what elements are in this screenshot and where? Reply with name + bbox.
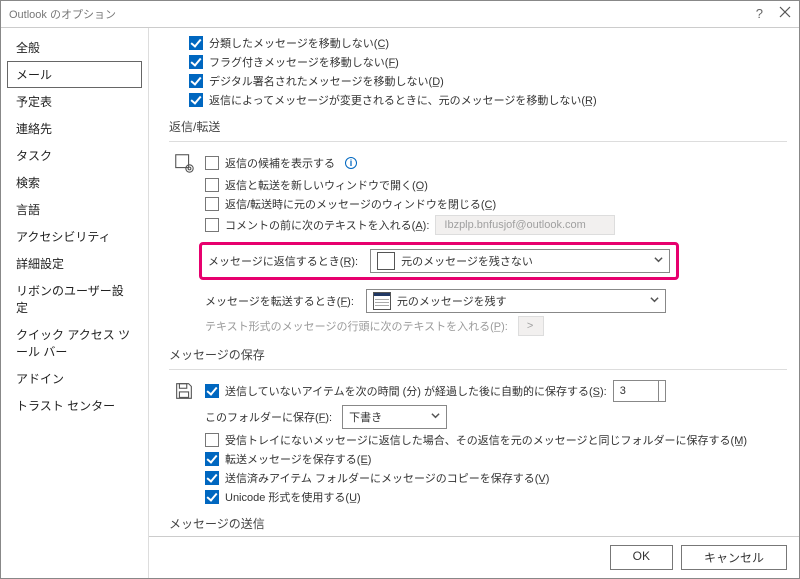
- chevron-up-icon[interactable]: [659, 381, 665, 391]
- chevron-down-icon: [654, 255, 663, 267]
- cancel-button[interactable]: キャンセル: [681, 545, 787, 570]
- autosave-minutes-spinner[interactable]: 3: [613, 380, 666, 402]
- chevron-down-icon: [431, 411, 440, 423]
- save-folder-value: 下書き: [349, 409, 382, 425]
- sidebar-item-mail[interactable]: メール: [7, 61, 142, 88]
- cb-prepend-comment[interactable]: [205, 218, 219, 232]
- lbl: 返信/転送時に元のメッセージのウィンドウを閉じる(C̲): [225, 196, 496, 212]
- reply-style-label: メッセージに返信するとき(R̲):: [208, 253, 358, 269]
- forward-thumb-icon: [373, 292, 391, 310]
- lbl: 受信トレイにないメッセージに返信した場合、その返信を元のメッセージと同じフォルダ…: [225, 432, 747, 448]
- cb-save-forwarded[interactable]: [205, 452, 219, 466]
- cb-close-original[interactable]: [205, 197, 219, 211]
- window-title: Outlook のオプション: [9, 6, 116, 22]
- lbl: 転送メッセージを保存する(E̲): [225, 451, 371, 467]
- sidebar-item-addins[interactable]: アドイン: [7, 365, 142, 392]
- section-message-save: メッセージの保存: [169, 346, 787, 363]
- lbl: コメントの前に次のテキストを入れる(A̲):: [225, 217, 429, 233]
- cb-save-sent-copy[interactable]: [205, 471, 219, 485]
- forward-style-value: 元のメッセージを残す: [397, 293, 644, 309]
- titlebar-controls: ?: [756, 6, 791, 21]
- lbl: 分類したメッセージを移動しない(C̲): [209, 35, 389, 51]
- divider: [169, 369, 787, 370]
- sidebar-item-trustcenter[interactable]: トラスト センター: [7, 392, 142, 419]
- divider: [169, 141, 787, 142]
- sidebar-item-search[interactable]: 検索: [7, 169, 142, 196]
- sidebar-item-contacts[interactable]: 連絡先: [7, 115, 142, 142]
- save-folder-select[interactable]: 下書き: [342, 405, 447, 429]
- cb-flagged-no-move[interactable]: [189, 55, 203, 69]
- lbl: 返信と転送を新しいウィンドウで開く(O̲): [225, 177, 428, 193]
- reply-style-value: 元のメッセージを残さない: [401, 253, 648, 269]
- lbl: フラグ付きメッセージを移動しない(F̲): [209, 54, 399, 70]
- lbl: 送信していないアイテムを次の時間 (分) が経過した後に自動的に保存する(S̲)…: [225, 383, 607, 399]
- reply-thumb-icon: [377, 252, 395, 270]
- sidebar-item-quick-access[interactable]: クイック アクセス ツール バー: [7, 321, 142, 365]
- spinner-buttons[interactable]: [659, 380, 666, 402]
- sidebar-item-general[interactable]: 全般: [7, 34, 142, 61]
- lbl: 返信の候補を表示する: [225, 155, 335, 171]
- forward-style-select[interactable]: 元のメッセージを残す: [366, 289, 666, 313]
- autosave-minutes-value[interactable]: 3: [613, 380, 659, 402]
- cb-categorized-no-move[interactable]: [189, 36, 203, 50]
- floppy-icon: [169, 380, 199, 402]
- sidebar-item-accessibility[interactable]: アクセシビリティ: [7, 223, 142, 250]
- reply-forward-icon: [169, 152, 199, 174]
- prepend-comment-textbox[interactable]: Ibzplp.bnfusjof@outlook.com: [435, 215, 615, 235]
- chevron-down-icon[interactable]: [659, 391, 665, 401]
- info-icon[interactable]: i: [345, 157, 357, 169]
- lbl: 送信済みアイテム フォルダーにメッセージのコピーを保存する(V̲): [225, 470, 549, 486]
- titlebar: Outlook のオプション ?: [1, 1, 799, 28]
- cb-show-reply-suggestions[interactable]: [205, 156, 219, 170]
- cb-signed-no-move[interactable]: [189, 74, 203, 88]
- sidebar: 全般 メール 予定表 連絡先 タスク 検索 言語 アクセシビリティ 詳細設定 リ…: [1, 28, 149, 578]
- sidebar-item-language[interactable]: 言語: [7, 196, 142, 223]
- plain-prefix-textbox: >: [518, 316, 544, 336]
- cb-replied-no-move[interactable]: [189, 93, 203, 107]
- lbl: Unicode 形式を使用する(U̲): [225, 489, 361, 505]
- cb-use-unicode[interactable]: [205, 490, 219, 504]
- lbl: デジタル署名されたメッセージを移動しない(D̲): [209, 73, 444, 89]
- save-folder-label: このフォルダーに保存(F̲):: [205, 409, 332, 425]
- sidebar-item-calendar[interactable]: 予定表: [7, 88, 142, 115]
- forward-style-label: メッセージを転送するとき(F̲):: [205, 293, 354, 309]
- reply-style-select[interactable]: 元のメッセージを残さない: [370, 249, 670, 273]
- sidebar-item-advanced[interactable]: 詳細設定: [7, 250, 142, 277]
- section-reply-forward: 返信/転送: [169, 118, 787, 135]
- help-icon[interactable]: ?: [756, 6, 763, 21]
- chevron-down-icon: [650, 295, 659, 307]
- close-icon[interactable]: [779, 6, 791, 21]
- reply-style-highlight: メッセージに返信するとき(R̲): 元のメッセージを残さない: [199, 242, 679, 280]
- ok-button[interactable]: OK: [610, 545, 673, 570]
- cb-open-new-window[interactable]: [205, 178, 219, 192]
- lbl: 返信によってメッセージが変更されるときに、元のメッセージを移動しない(R̲): [209, 92, 597, 108]
- sidebar-item-ribbon[interactable]: リボンのユーザー設定: [7, 277, 142, 321]
- section-message-sending: メッセージの送信: [169, 515, 787, 532]
- plain-prefix-label: テキスト形式のメッセージの行頭に次のテキストを入れる(P̲):: [205, 318, 508, 334]
- cb-autosave[interactable]: [205, 384, 219, 398]
- sidebar-item-tasks[interactable]: タスク: [7, 142, 142, 169]
- cb-save-reply-same-folder[interactable]: [205, 433, 219, 447]
- dialog-footer: OK キャンセル: [149, 536, 799, 578]
- content: 分類したメッセージを移動しない(C̲) フラグ付きメッセージを移動しない(F̲)…: [149, 28, 799, 536]
